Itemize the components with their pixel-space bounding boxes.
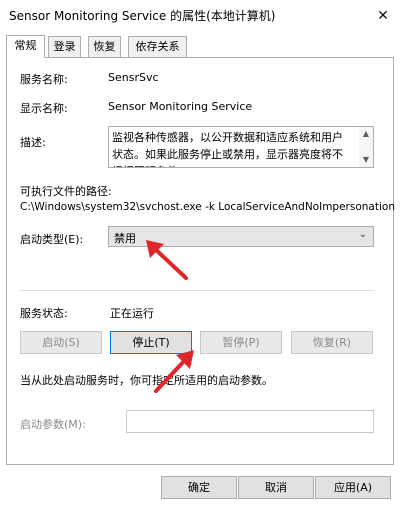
tab-logon[interactable]: 登录 (48, 36, 81, 57)
display-name-label: 显示名称: (20, 102, 68, 115)
service-properties-dialog: Sensor Monitoring Service 的属性(本地计算机) ✕ 常… (0, 0, 400, 506)
chevron-down-icon: ⌄ (358, 229, 367, 240)
startup-type-label: 启动类型(E): (20, 233, 84, 246)
startup-type-select[interactable]: 禁用 ⌄ (108, 226, 374, 247)
separator (20, 290, 374, 291)
startup-params-label: 启动参数(M): (20, 418, 86, 431)
apply-button[interactable]: 应用(A) (315, 476, 391, 499)
description-label: 描述: (20, 136, 46, 149)
cancel-button[interactable]: 取消 (238, 476, 314, 499)
startup-params-input[interactable] (126, 410, 374, 433)
general-tab-panel (6, 57, 394, 465)
startup-type-value: 禁用 (114, 232, 136, 245)
service-status-value: 正在运行 (110, 307, 154, 320)
exe-path-value: C:\Windows\system32\svchost.exe -k Local… (20, 201, 395, 213)
startup-params-hint: 当从此处启动服务时，你可指定所适用的启动参数。 (20, 374, 273, 387)
stop-button[interactable]: 停止(T) (110, 331, 192, 354)
tab-dependencies[interactable]: 依存关系 (128, 36, 187, 57)
scroll-down-icon[interactable]: ▼ (359, 153, 373, 167)
close-button[interactable]: ✕ (366, 0, 400, 31)
start-button[interactable]: 启动(S) (20, 331, 102, 354)
service-name-value: SensrSvc (108, 71, 159, 84)
description-scrollbar[interactable]: ▲ ▼ (359, 127, 373, 167)
window-title: Sensor Monitoring Service 的属性(本地计算机) (9, 9, 276, 23)
title-bar: Sensor Monitoring Service 的属性(本地计算机) ✕ (0, 0, 400, 31)
exe-path-label: 可执行文件的路径: (20, 185, 112, 198)
resume-button[interactable]: 恢复(R) (291, 331, 373, 354)
service-name-label: 服务名称: (20, 73, 68, 86)
tab-general[interactable]: 常规 (6, 35, 45, 58)
description-text: 监视各种传感器，以公开数据和适应系统和用户状态。如果此服务停止或禁用，显示器亮度… (112, 131, 343, 167)
tab-recovery[interactable]: 恢复 (88, 36, 121, 57)
scroll-up-icon[interactable]: ▲ (359, 127, 373, 141)
description-box[interactable]: 监视各种传感器，以公开数据和适应系统和用户状态。如果此服务停止或禁用，显示器亮度… (108, 126, 374, 168)
ok-button[interactable]: 确定 (161, 476, 237, 499)
service-status-label: 服务状态: (20, 307, 68, 320)
display-name-value: Sensor Monitoring Service (108, 100, 253, 113)
pause-button[interactable]: 暂停(P) (200, 331, 282, 354)
close-icon: ✕ (377, 7, 389, 24)
